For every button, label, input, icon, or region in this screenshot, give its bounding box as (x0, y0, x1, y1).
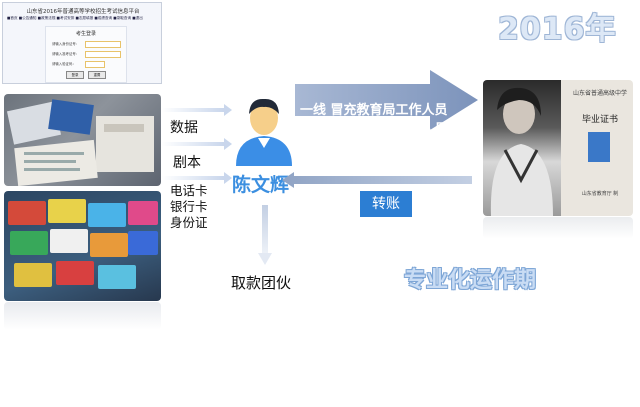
login-row-ticket: 请输入准考证号： (52, 51, 124, 58)
login-title: 考生登录 (75, 31, 96, 37)
scripts-documents-photo (4, 94, 161, 186)
cards-photo (4, 191, 161, 301)
impersonation-line2: 二线 冒充财政局工作人员 (300, 122, 448, 137)
website-title: 山东省2016年普通高等学校招生考试信息平台 (26, 9, 140, 15)
website-nav: ■首页 ■公告通知 ■政策法规 ■考试安排 ■志愿填报 ■成绩查询 ■录取查询 … (7, 16, 143, 20)
ticket-input (85, 51, 121, 58)
exam-website-screenshot: 山东省2016年普通高等学校招生考试信息平台 ■首页 ■公告通知 ■政策法规 ■… (2, 2, 162, 84)
withdraw-arrow (258, 205, 272, 265)
right-photo-reflection (483, 217, 633, 239)
withdraw-gang-label: 取款团伙 (231, 274, 292, 292)
cards-illustration (8, 199, 158, 289)
documents-illustration (6, 99, 154, 186)
period-label: 专业化运作期 (404, 268, 537, 293)
login-field-label: 请输入准考证号： (52, 52, 80, 56)
login-box: 考生登录 请输入身份证号： 请输入准考证号： 请输入验证码： 登录 重置 (45, 26, 127, 83)
certificate-footer: 山东省教育厅 制 (581, 191, 619, 197)
login-field-label: 请输入验证码： (52, 62, 76, 66)
captcha-input (85, 61, 105, 68)
certificate-title: 毕业证书 (581, 115, 618, 125)
photo-reflection (4, 302, 161, 330)
person-avatar-icon (236, 98, 292, 166)
impersonation-line1: 一线 冒充教育局工作人员 (300, 103, 448, 118)
certificate-portrait (588, 132, 610, 162)
transfer-label: 转账 (360, 191, 412, 217)
login-row-id: 请输入身份证号： (52, 41, 124, 48)
victim-certificate-photo: 山东省普通高级中学 毕业证书 山东省教育厅 制 (483, 80, 633, 216)
certificate-header: 山东省普通高级中学 (572, 90, 627, 97)
year-title: 2016年 (498, 12, 617, 47)
login-field-label: 请输入身份证号： (52, 42, 80, 46)
graduation-certificate: 山东省普通高级中学 毕业证书 山东省教育厅 制 (561, 80, 633, 216)
victim-silhouette (490, 87, 553, 216)
id-input (85, 41, 121, 48)
victim-photo (483, 80, 561, 216)
reset-button: 重置 (88, 71, 106, 79)
transfer-arrow (282, 172, 472, 188)
login-button: 登录 (66, 71, 84, 79)
person-name: 陈文辉 (232, 174, 290, 196)
input-arrows (162, 104, 232, 184)
login-row-captcha: 请输入验证码： (52, 61, 124, 68)
